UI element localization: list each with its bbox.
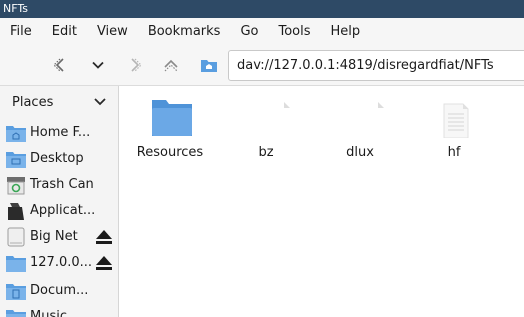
blank-file-icon [378, 102, 384, 108]
menu-edit[interactable]: Edit [42, 18, 87, 45]
location-home-button[interactable] [197, 53, 221, 77]
places-header[interactable]: Places [0, 86, 118, 118]
documents-folder-icon [6, 284, 26, 300]
sidebar-item-label: Desktop [30, 151, 84, 166]
sidebar-item-label: 127.0.0... [30, 255, 93, 270]
sidebar-item-trash[interactable]: Trash Can [0, 172, 118, 198]
forward-icon [131, 58, 142, 72]
music-folder-icon [6, 310, 26, 317]
file-name: hf [447, 145, 461, 160]
sidebar-item-documents[interactable]: Docum... [0, 278, 118, 304]
menu-bookmarks[interactable]: Bookmarks [138, 18, 231, 45]
sidebar-item-label: Music [30, 309, 67, 317]
chevron-down-icon[interactable] [93, 96, 107, 108]
file-name: Resources [136, 145, 204, 160]
home-folder-icon [6, 126, 26, 142]
network-folder-icon [6, 256, 26, 272]
blank-file-icon [284, 102, 290, 108]
location-text: dav://127.0.0.1:4819/disregardfiat/NFTs [237, 58, 494, 73]
window-titlebar[interactable]: NFTs [0, 0, 524, 18]
back-button[interactable] [49, 53, 73, 77]
back-icon [53, 58, 64, 72]
sidebar-item-network[interactable]: 127.0.0... [0, 250, 118, 276]
menu-go[interactable]: Go [230, 18, 268, 45]
window-title: NFTs [3, 2, 28, 15]
menu-view[interactable]: View [87, 18, 138, 45]
file-name: bz [258, 145, 274, 160]
forward-button[interactable] [122, 53, 146, 77]
sidebar-item-label: Trash Can [30, 177, 94, 192]
up-arrow-icon [164, 59, 178, 72]
sidebar-item-label: Home F... [30, 125, 91, 140]
sidebar-item-big-net[interactable]: Big Net [0, 224, 118, 250]
desktop-folder-icon [6, 152, 26, 168]
up-button[interactable] [159, 53, 183, 77]
text-file-icon [443, 103, 469, 138]
folder-home-icon [201, 60, 217, 72]
file-item-hf[interactable]: hf [414, 86, 494, 166]
location-bar[interactable]: dav://127.0.0.1:4819/disregardfiat/NFTs [228, 50, 524, 81]
file-name: dlux [346, 145, 374, 160]
file-item-dlux[interactable]: dlux [320, 86, 400, 166]
sidebar-item-desktop[interactable]: Desktop [0, 146, 118, 172]
drive-icon [7, 227, 25, 247]
places-sidebar: Places Home F... Desktop Trash Can Appli… [0, 86, 119, 317]
sidebar-item-label: Docum... [30, 283, 89, 298]
sidebar-item-applications[interactable]: Applicat... [0, 198, 118, 224]
file-item-resources[interactable]: Resources [130, 86, 210, 166]
applications-icon [8, 203, 24, 220]
chevron-down-icon [92, 61, 104, 69]
folder-icon [152, 100, 192, 136]
menu-tools[interactable]: Tools [268, 18, 320, 45]
sidebar-item-music[interactable]: Music [0, 304, 118, 317]
menu-bar: File Edit View Bookmarks Go Tools Help [0, 18, 524, 45]
toolbar: dav://127.0.0.1:4819/disregardfiat/NFTs [0, 45, 524, 86]
eject-icon[interactable] [94, 254, 114, 272]
file-view[interactable]: Resources bz dlux hf [120, 86, 524, 317]
sidebar-item-label: Applicat... [30, 203, 96, 218]
sidebar-item-label: Big Net [30, 229, 78, 244]
history-dropdown-button[interactable] [86, 53, 110, 77]
sidebar-item-home[interactable]: Home F... [0, 120, 118, 146]
menu-file[interactable]: File [0, 18, 42, 45]
places-title: Places [12, 95, 54, 110]
menu-help[interactable]: Help [321, 18, 371, 45]
file-item-bz[interactable]: bz [226, 86, 306, 166]
eject-icon[interactable] [94, 228, 114, 246]
trash-icon [7, 177, 25, 195]
